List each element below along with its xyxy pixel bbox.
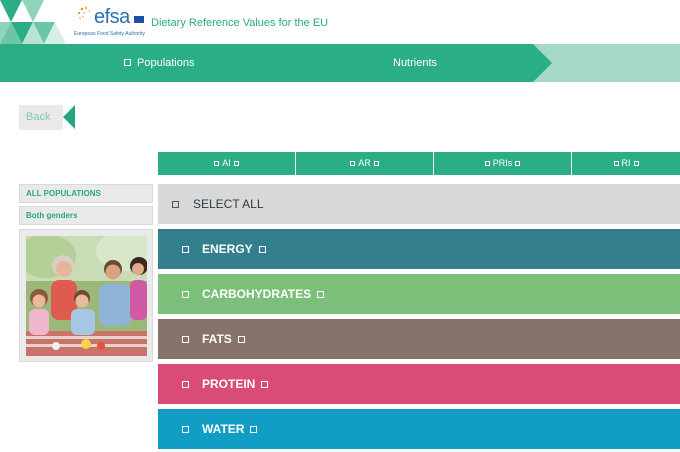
gender-selector[interactable]: Both genders (19, 206, 153, 225)
checkbox-icon (182, 291, 189, 298)
nutrient-row-carbohydrates[interactable]: CARBOHYDRATES (158, 274, 680, 314)
select-all-row[interactable]: SELECT ALL (158, 184, 680, 224)
logo-wordmark: efsa (94, 6, 130, 28)
expand-icon (250, 426, 258, 433)
nutrient-label: ENERGY (202, 242, 253, 256)
nutrient-row-protein[interactable]: PROTEIN (158, 364, 680, 404)
checkbox-icon (182, 426, 189, 433)
checkbox-icon (484, 161, 490, 166)
expand-icon (258, 246, 266, 253)
main-nav: Populations Nutrients (0, 44, 680, 82)
checkbox-icon (124, 59, 131, 66)
nutrient-row-energy[interactable]: ENERGY (158, 229, 680, 269)
nutrient-label: PROTEIN (202, 377, 256, 391)
nav-tab-nutrients-label: Nutrients (393, 57, 438, 69)
logo-subtitle: European Food Safety Authority (74, 31, 145, 37)
tab-pris[interactable]: PRIs (434, 152, 572, 175)
checkbox-icon (182, 336, 189, 343)
checkbox-icon (515, 161, 521, 166)
expand-icon (261, 381, 269, 388)
population-selector[interactable]: ALL POPULATIONS (19, 184, 153, 203)
efsa-logo[interactable]: efsa European Food Safety Authority (74, 4, 145, 38)
tab-pris-label: PRIs (492, 158, 513, 168)
nav-tab-populations-label: Populations (137, 57, 195, 69)
checkbox-icon (233, 161, 239, 166)
expand-icon (237, 336, 245, 343)
nutrient-row-water[interactable]: WATER (158, 409, 680, 449)
tab-ar-label: AR (358, 158, 371, 168)
checkbox-icon (172, 201, 179, 208)
tab-ai[interactable]: AI (158, 152, 296, 175)
select-all-label: SELECT ALL (193, 197, 264, 211)
reference-tabs: AI AR PRIs RI (158, 152, 680, 175)
nav-tab-nutrients[interactable]: Nutrients (393, 44, 437, 82)
checkbox-icon (182, 381, 189, 388)
site-title: Dietary Reference Values for the EU (151, 17, 329, 29)
back-button-label: Back (19, 105, 63, 130)
tab-ri[interactable]: RI (572, 152, 680, 175)
nutrient-label: WATER (202, 422, 245, 436)
checkbox-icon (633, 161, 639, 166)
checkbox-icon (373, 161, 379, 166)
header: efsa European Food Safety Authority Diet… (0, 0, 680, 44)
population-photo-frame (19, 229, 153, 362)
back-button[interactable]: Back (19, 105, 75, 130)
tab-ri-label: RI (621, 158, 631, 168)
nutrient-row-fats[interactable]: FATS (158, 319, 680, 359)
tab-ai-label: AI (222, 158, 231, 168)
checkbox-icon (182, 246, 189, 253)
checkbox-icon (214, 161, 220, 166)
family-photo (26, 236, 147, 356)
nutrient-label: FATS (202, 332, 232, 346)
arrow-left-icon (63, 105, 75, 129)
expand-icon (317, 291, 325, 298)
eu-flag-icon (134, 16, 144, 23)
nav-tab-populations[interactable]: Populations (124, 44, 195, 82)
nutrient-label: CARBOHYDRATES (202, 287, 312, 301)
tab-ar[interactable]: AR (296, 152, 434, 175)
logo-sparkle-icon (77, 6, 90, 19)
nav-background (0, 44, 680, 82)
decorative-triangles (0, 0, 66, 44)
checkbox-icon (350, 161, 356, 166)
checkbox-icon (613, 161, 619, 166)
